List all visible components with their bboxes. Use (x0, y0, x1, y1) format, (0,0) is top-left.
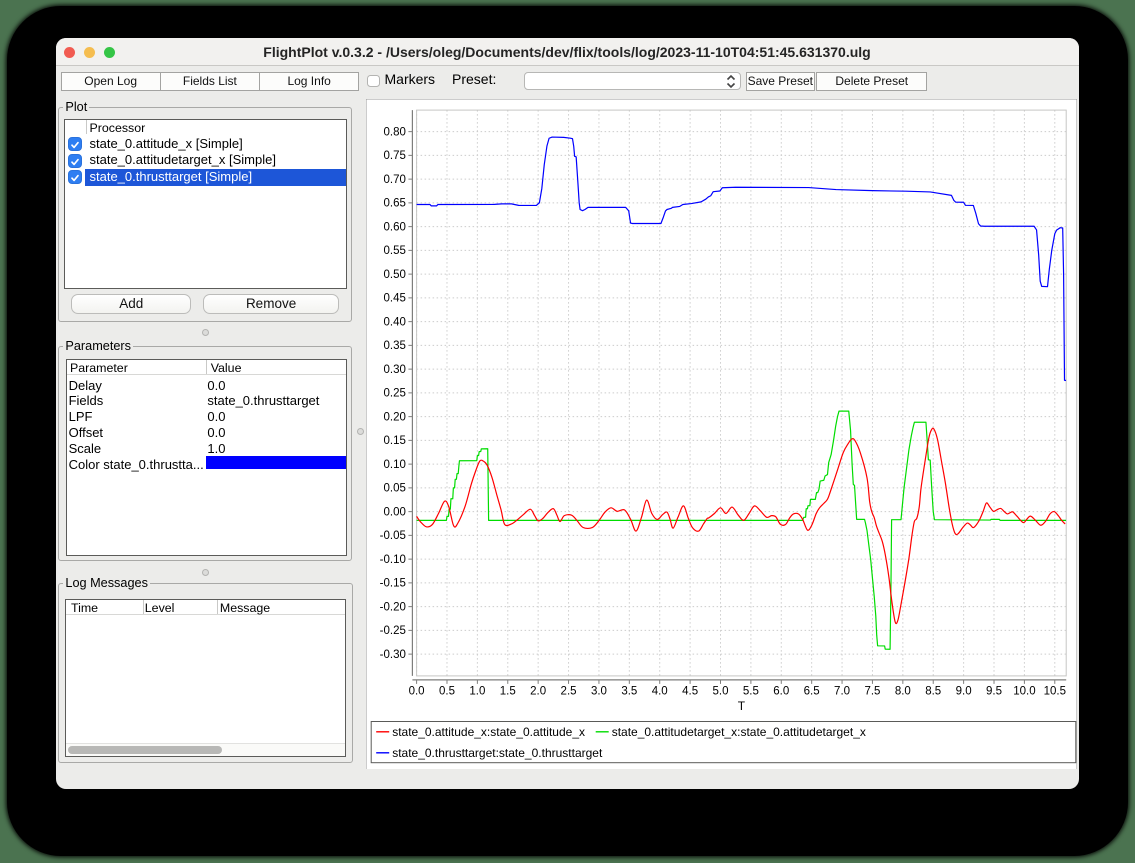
svg-text:0.75: 0.75 (383, 150, 405, 162)
svg-text:-0.15: -0.15 (379, 577, 405, 589)
svg-text:state_0.thrusttarget:state_0.t: state_0.thrusttarget:state_0.thrusttarge… (392, 746, 603, 760)
svg-text:0.70: 0.70 (383, 174, 405, 186)
svg-text:0.30: 0.30 (383, 364, 405, 376)
svg-text:6.5: 6.5 (803, 685, 819, 697)
svg-text:10.0: 10.0 (1013, 685, 1035, 697)
svg-text:9.5: 9.5 (986, 685, 1002, 697)
svg-text:-0.20: -0.20 (379, 601, 405, 613)
svg-text:8.0: 8.0 (895, 685, 911, 697)
svg-text:1.0: 1.0 (469, 685, 485, 697)
svg-text:8.5: 8.5 (925, 685, 941, 697)
svg-text:0.60: 0.60 (383, 221, 405, 233)
svg-text:3.0: 3.0 (591, 685, 607, 697)
svg-text:0.25: 0.25 (383, 387, 405, 399)
svg-text:2.5: 2.5 (560, 685, 576, 697)
svg-text:0.80: 0.80 (383, 126, 405, 138)
svg-text:-0.05: -0.05 (379, 530, 405, 542)
svg-text:T: T (738, 698, 746, 712)
svg-text:0.50: 0.50 (383, 269, 405, 281)
svg-text:0.55: 0.55 (383, 245, 405, 257)
svg-text:0.15: 0.15 (383, 435, 405, 447)
svg-text:state_0.attitude_x:state_0.att: state_0.attitude_x:state_0.attitude_x (392, 725, 585, 739)
svg-text:0.10: 0.10 (383, 459, 405, 471)
svg-text:4.5: 4.5 (682, 685, 698, 697)
svg-text:-0.30: -0.30 (379, 649, 405, 661)
svg-text:0.40: 0.40 (383, 316, 405, 328)
svg-text:0.5: 0.5 (439, 685, 455, 697)
svg-text:0.05: 0.05 (383, 482, 405, 494)
svg-text:-0.25: -0.25 (379, 625, 405, 637)
svg-text:6.0: 6.0 (773, 685, 789, 697)
svg-text:7.5: 7.5 (864, 685, 880, 697)
svg-text:-0.10: -0.10 (379, 554, 405, 566)
svg-text:3.5: 3.5 (621, 685, 637, 697)
svg-text:4.0: 4.0 (652, 685, 668, 697)
svg-text:0.0: 0.0 (408, 685, 424, 697)
svg-text:9.0: 9.0 (955, 685, 971, 697)
svg-text:0.35: 0.35 (383, 340, 405, 352)
svg-text:0.20: 0.20 (383, 411, 405, 423)
svg-text:7.0: 7.0 (834, 685, 850, 697)
svg-text:state_0.attitudetarget_x:state: state_0.attitudetarget_x:state_0.attitud… (611, 725, 865, 739)
svg-text:5.5: 5.5 (743, 685, 759, 697)
svg-text:2.0: 2.0 (530, 685, 546, 697)
svg-text:0.65: 0.65 (383, 197, 405, 209)
svg-text:0.00: 0.00 (383, 506, 405, 518)
svg-text:1.5: 1.5 (500, 685, 516, 697)
svg-text:0.45: 0.45 (383, 292, 405, 304)
svg-text:5.0: 5.0 (712, 685, 728, 697)
svg-text:10.5: 10.5 (1043, 685, 1065, 697)
